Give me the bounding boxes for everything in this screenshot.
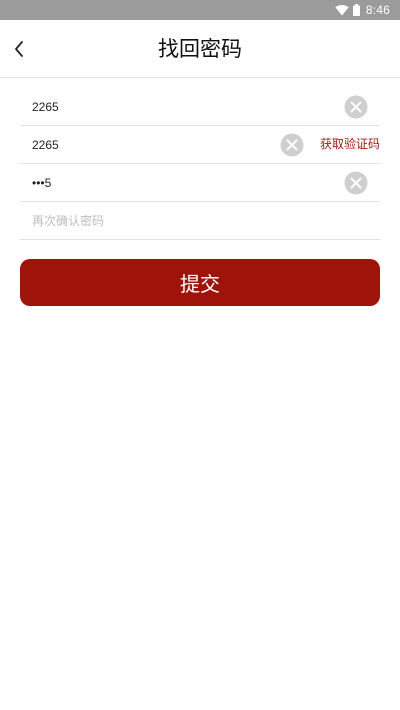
header: 找回密码 — [0, 20, 400, 78]
status-time: 8:46 — [365, 3, 390, 17]
new-password-input[interactable] — [32, 164, 332, 201]
phone-row — [20, 88, 380, 126]
confirm-password-row — [20, 202, 380, 240]
reset-password-form: 获取验证码 — [20, 88, 380, 240]
clear-circle-icon[interactable] — [344, 171, 368, 195]
password-row — [20, 164, 380, 202]
phone-input[interactable] — [32, 88, 332, 125]
battery-icon — [352, 4, 360, 16]
clear-circle-icon[interactable] — [344, 95, 368, 119]
wifi-icon — [335, 4, 349, 16]
get-code-button[interactable]: 获取验证码 — [320, 126, 380, 163]
verification-code-row: 获取验证码 — [20, 126, 380, 164]
verification-code-input[interactable] — [32, 126, 272, 163]
submit-button[interactable]: 提交 — [20, 259, 380, 306]
status-bar: 8:46 — [0, 0, 400, 20]
page-title: 找回密码 — [158, 37, 242, 61]
clear-circle-icon[interactable] — [280, 133, 304, 157]
confirm-password-input[interactable] — [32, 202, 332, 239]
